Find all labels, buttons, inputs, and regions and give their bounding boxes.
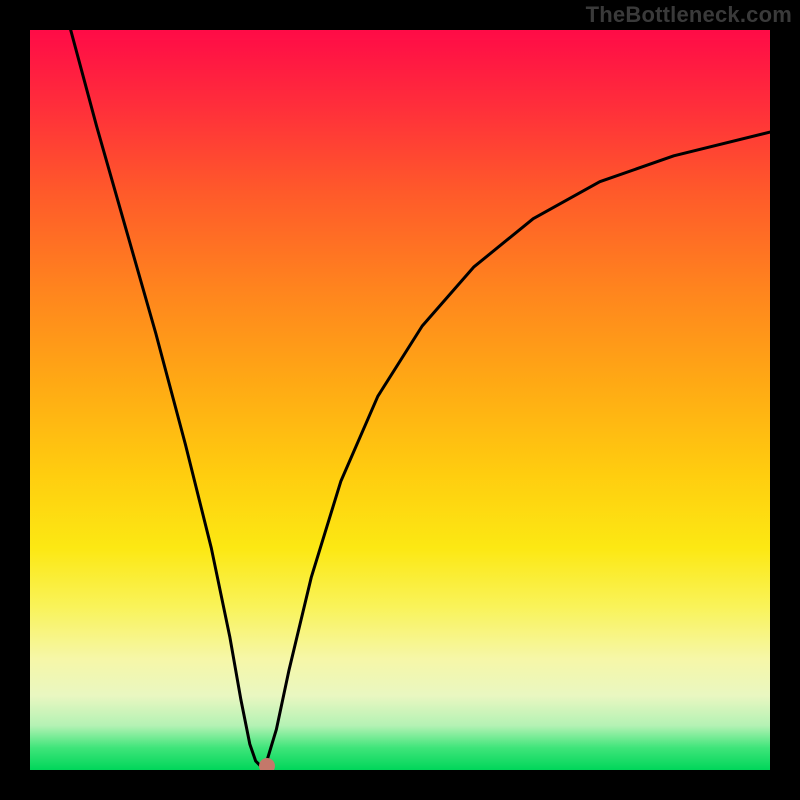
gradient-background [30, 30, 770, 770]
minimum-marker-dot [259, 758, 275, 770]
attribution-watermark: TheBottleneck.com [586, 2, 792, 28]
chart-frame: TheBottleneck.com [0, 0, 800, 800]
plot-area [30, 30, 770, 770]
